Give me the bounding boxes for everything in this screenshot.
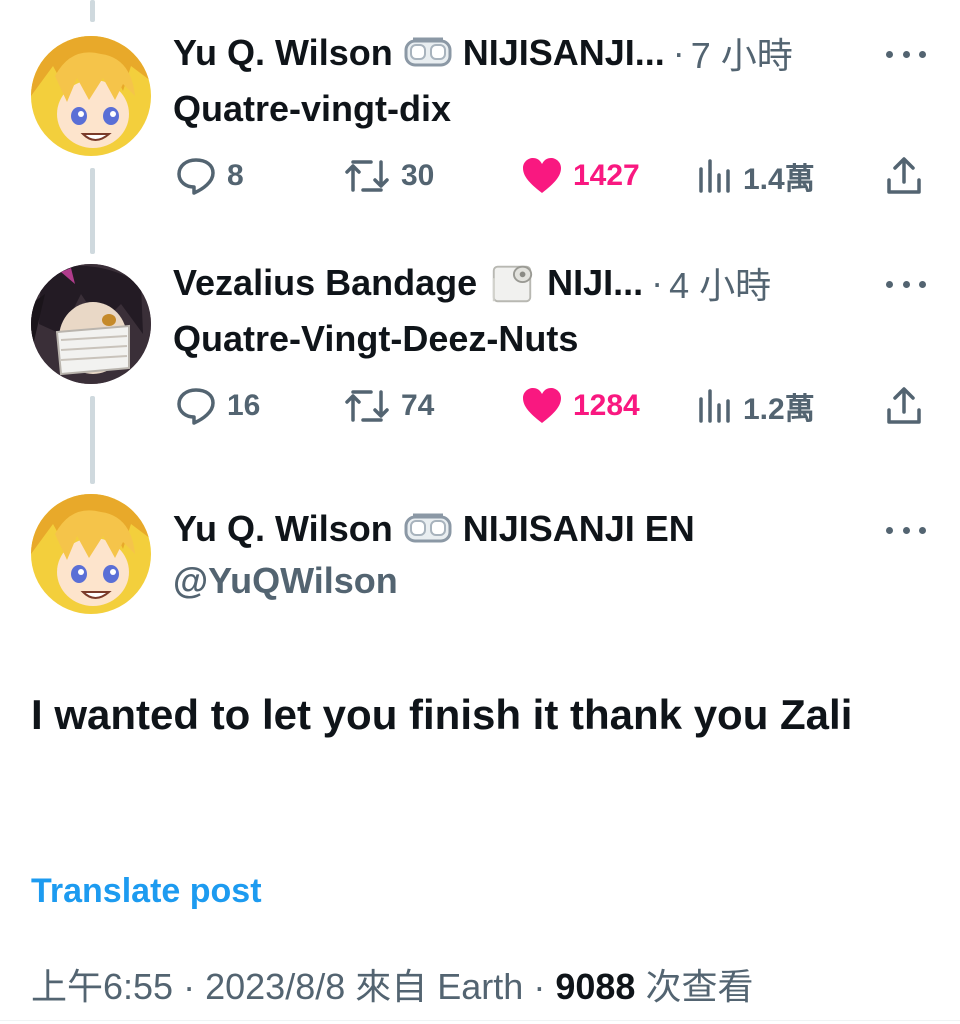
views-chart-icon (699, 389, 730, 423)
reply-button[interactable]: 8 (175, 154, 244, 198)
org-name: NIJISANJI EN (462, 508, 695, 549)
post-time[interactable]: 7 小時 (691, 27, 793, 79)
meta-separator: · (183, 966, 196, 1007)
goggles-icon (404, 513, 452, 543)
display-name[interactable]: Vezalius Bandage (173, 262, 477, 304)
main-post-text: I wanted to let you finish it thank you … (31, 691, 853, 738)
retweet-icon (345, 160, 389, 192)
action-bar-2: 16 74 1284 1.2萬 (173, 384, 933, 428)
views-button[interactable]: 1.4萬 (697, 154, 815, 198)
post-metadata: 上午6:55 · 2023/8/8 來自 Earth · 9088 次查看 (31, 958, 753, 1010)
post-date[interactable]: 2023/8/8 (205, 966, 345, 1007)
like-button[interactable]: 1427 (521, 154, 640, 198)
like-count: 1427 (573, 159, 640, 192)
post-time[interactable]: 4 小時 (669, 257, 771, 309)
share-button[interactable] (885, 154, 923, 198)
like-count: 1284 (573, 389, 640, 422)
reply-icon (177, 158, 215, 195)
views-chart-icon (699, 159, 730, 193)
reply-count: 8 (227, 159, 244, 192)
reply-text: Quatre-Vingt-Deez-Nuts (173, 318, 579, 359)
more-options-icon[interactable] (886, 44, 926, 64)
more-options-icon[interactable] (886, 274, 926, 294)
divider (0, 1020, 960, 1021)
thread-line-2 (90, 396, 95, 484)
avatar-yu-1[interactable] (31, 36, 151, 156)
main-post-header: Yu Q. Wilson NIJISANJI EN (173, 506, 695, 552)
avatar-yu-main[interactable] (31, 494, 151, 614)
thread-line-top (90, 0, 95, 22)
heart-icon (523, 388, 561, 423)
views-button[interactable]: 1.2萬 (697, 384, 815, 428)
toilet-paper-icon (492, 265, 533, 303)
avatar-vezalius[interactable] (31, 264, 151, 384)
views-count: 1.4萬 (743, 163, 815, 196)
reply-text: Quatre-vingt-dix (173, 88, 452, 129)
post-source: 來自 Earth (355, 966, 524, 1007)
reply-icon (177, 388, 215, 425)
translate-post-link[interactable]: Translate post (31, 872, 262, 911)
like-button[interactable]: 1284 (521, 384, 640, 428)
goggles-icon (404, 37, 452, 67)
retweet-button[interactable]: 74 (343, 384, 434, 428)
share-icon (887, 157, 921, 194)
thread-line-1 (90, 168, 95, 254)
reply-header-1: Yu Q. Wilson NIJISANJI... · 7 小時 (173, 30, 793, 76)
views-total: 9088 (555, 966, 636, 1007)
display-name[interactable]: Yu Q. Wilson (173, 32, 393, 74)
user-handle[interactable]: @YuQWilson (173, 560, 398, 602)
meta-separator: · (651, 262, 664, 303)
action-bar-1: 8 30 1427 1.4萬 (173, 154, 933, 198)
retweet-count: 30 (401, 159, 435, 192)
meta-separator: · (533, 966, 546, 1007)
retweet-count: 74 (401, 389, 435, 422)
retweet-button[interactable]: 30 (343, 154, 434, 198)
reply-count: 16 (227, 389, 261, 422)
heart-icon (523, 158, 561, 193)
share-icon (887, 387, 921, 424)
org-name: NIJISANJI... (462, 32, 665, 73)
views-count: 1.2萬 (743, 393, 815, 426)
reply-button[interactable]: 16 (175, 384, 260, 428)
more-options-icon[interactable] (886, 520, 926, 540)
avatar-bandaged-image (31, 264, 151, 384)
display-name[interactable]: Yu Q. Wilson (173, 508, 393, 550)
post-time[interactable]: 上午6:55 (31, 966, 173, 1007)
reply-header-2: Vezalius Bandage NIJI... · 4 小時 (173, 260, 771, 306)
share-button[interactable] (885, 384, 923, 428)
org-name: NIJI... (547, 262, 644, 303)
meta-separator: · (672, 32, 685, 73)
views-label: 次查看 (645, 966, 754, 1007)
avatar-blonde-image (31, 494, 151, 614)
avatar-blonde-image (31, 36, 151, 156)
retweet-icon (345, 390, 389, 422)
